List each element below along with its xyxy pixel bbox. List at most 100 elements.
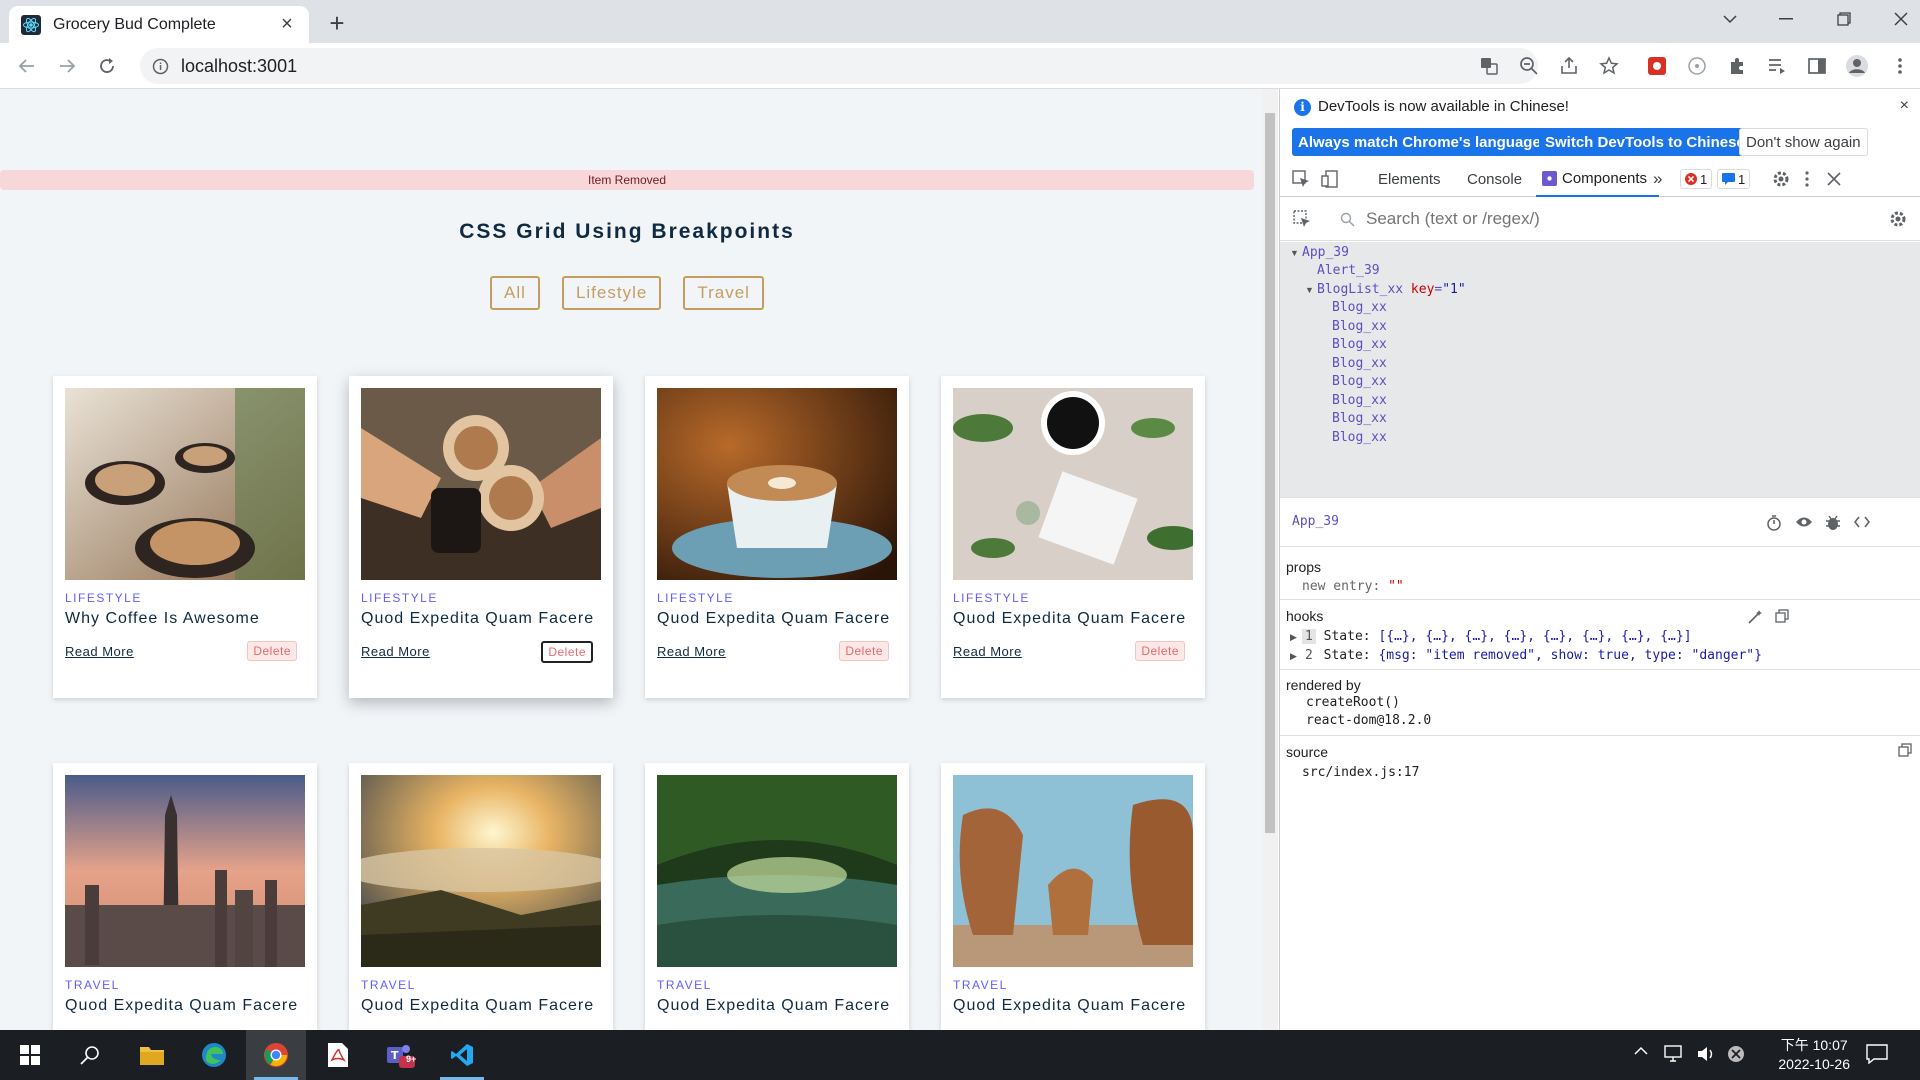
hook-row-1[interactable]: 1 State: [{…}, {…}, {…}, {…}, {…}, {…}, … [1302,629,1692,644]
error-count-badge[interactable]: 1 [1680,169,1713,189]
pdf-reader-icon[interactable] [308,1030,368,1080]
expand-arrow-icon[interactable]: ▼ [1290,248,1299,258]
expand-arrow-icon[interactable]: ▶ [1290,632,1297,643]
close-window-button[interactable] [1872,0,1920,38]
card-title: Why Coffee Is Awesome [65,610,260,627]
tab-components[interactable]: Components [1536,161,1660,197]
profile-avatar-icon[interactable] [1841,50,1873,82]
card-title: Quod Expedita Quam Facere [657,610,891,627]
card-title: Quod Expedita Quam Facere [953,610,1187,627]
bug-icon[interactable] [1825,514,1841,531]
vscode-icon[interactable] [432,1030,492,1080]
teams-icon[interactable]: T 9+ [370,1030,430,1080]
select-component-icon[interactable] [1293,210,1311,228]
delete-button[interactable]: Delete [1135,641,1185,661]
site-info-icon[interactable] [152,58,169,75]
tree-node-blog[interactable]: Blog_xx [1332,411,1387,426]
side-panel-icon[interactable] [1801,50,1833,82]
tab-console[interactable]: Console [1467,161,1522,197]
bookmark-star-icon[interactable] [1593,50,1625,82]
tree-node-blog[interactable]: Blog_xx [1332,319,1387,334]
volume-icon[interactable] [1696,1045,1716,1063]
expand-arrow-icon[interactable]: ▼ [1305,285,1314,295]
browser-tab-active[interactable]: Grocery Bud Complete × [9,6,309,43]
dont-show-again-button[interactable]: Don't show again [1739,128,1868,156]
page-scrollbar-thumb[interactable] [1265,113,1275,833]
inspect-element-icon[interactable] [1292,161,1310,197]
media-queue-icon[interactable] [1761,50,1793,82]
tree-node-blog[interactable]: Blog_xx [1332,430,1387,445]
filter-travel-button[interactable]: Travel [683,276,764,310]
copy-source-icon[interactable] [1898,743,1912,757]
more-tabs-chevron-icon[interactable]: » [1653,161,1662,197]
share-icon[interactable] [1553,50,1585,82]
coffee-cup-photo [657,388,897,580]
tab-search-chevron-icon[interactable] [1701,0,1759,38]
always-match-language-button[interactable]: Always match Chrome's language [1292,128,1547,156]
back-arrow-icon[interactable] [11,50,43,82]
forward-arrow-icon[interactable] [51,50,83,82]
restore-button[interactable] [1815,0,1873,38]
read-more-link[interactable]: Read More [361,644,430,659]
devtools-more-icon[interactable] [1805,161,1809,197]
filter-lifestyle-button[interactable]: Lifestyle [561,276,662,310]
search-taskbar-icon[interactable] [60,1030,120,1080]
stopwatch-icon[interactable] [1766,515,1782,531]
read-more-link[interactable]: Read More [953,644,1022,659]
hook-row-2[interactable]: 2 State: {msg: "item removed", show: tru… [1302,648,1762,663]
delete-button[interactable]: Delete [247,641,297,661]
copy-hooks-icon[interactable] [1775,609,1789,623]
eye-icon[interactable] [1795,515,1813,529]
chevron-up-icon[interactable] [1634,1046,1648,1056]
file-explorer-icon[interactable] [122,1030,182,1080]
tree-node-app[interactable]: App_39 [1302,245,1349,260]
card-category: LIFESTYLE [361,591,438,605]
notification-off-icon[interactable] [1727,1045,1745,1063]
address-bar[interactable]: localhost:3001 [140,48,1538,84]
close-tab-icon[interactable]: × [277,13,297,35]
view-source-icon[interactable] [1854,515,1870,529]
source-section-label: source [1286,744,1329,760]
device-toggle-icon[interactable] [1321,161,1339,197]
expand-arrow-icon[interactable]: ▶ [1290,651,1297,662]
new-tab-button[interactable]: + [322,8,352,38]
windows-start-icon[interactable] [0,1030,60,1080]
tab-elements[interactable]: Elements [1378,161,1441,197]
tree-node-blog[interactable]: Blog_xx [1332,300,1387,315]
delete-button[interactable]: Delete [541,641,593,663]
message-count-badge[interactable]: 1 [1717,169,1751,189]
translate-icon[interactable] [1473,50,1505,82]
switch-to-chinese-button[interactable]: Switch DevTools to Chinese [1539,128,1751,156]
extension-react-icon[interactable] [1681,50,1713,82]
network-icon[interactable] [1664,1045,1684,1063]
source-location[interactable]: src/index.js:17 [1302,765,1419,780]
read-more-link[interactable]: Read More [657,644,726,659]
filter-all-button[interactable]: All [490,276,540,310]
magic-wand-icon[interactable] [1748,609,1763,624]
chrome-menu-icon[interactable] [1884,50,1916,82]
tree-node-alert[interactable]: Alert_39 [1317,263,1380,278]
read-more-link[interactable]: Read More [65,644,134,659]
tree-node-blog[interactable]: Blog_xx [1332,337,1387,352]
reload-icon[interactable] [91,50,123,82]
close-infobar-icon[interactable]: × [1900,97,1909,115]
prop-row[interactable]: new entry: "" [1302,579,1404,594]
extensions-puzzle-icon[interactable] [1721,50,1753,82]
zoom-icon[interactable] [1513,50,1545,82]
edge-browser-icon[interactable] [184,1030,244,1080]
components-search-input[interactable] [1366,207,1796,231]
chrome-taskbar-icon[interactable] [246,1030,306,1080]
system-clock[interactable]: 下午 10:07 2022-10-26 [1778,1036,1850,1074]
extension-red-icon[interactable] [1641,50,1673,82]
components-settings-gear-icon[interactable] [1889,210,1907,228]
delete-button[interactable]: Delete [839,641,889,661]
tree-node-blog[interactable]: Blog_xx [1332,374,1387,389]
close-devtools-icon[interactable] [1827,161,1841,197]
devtools-settings-gear-icon[interactable] [1772,161,1790,197]
rendered-by-item[interactable]: createRoot() [1306,695,1400,710]
action-center-icon[interactable] [1866,1044,1888,1064]
tree-node-blog[interactable]: Blog_xx [1332,393,1387,408]
minimize-button[interactable] [1757,0,1815,38]
tree-node-bloglist[interactable]: BlogList_xx key="1" [1317,282,1466,297]
tree-node-blog[interactable]: Blog_xx [1332,356,1387,371]
